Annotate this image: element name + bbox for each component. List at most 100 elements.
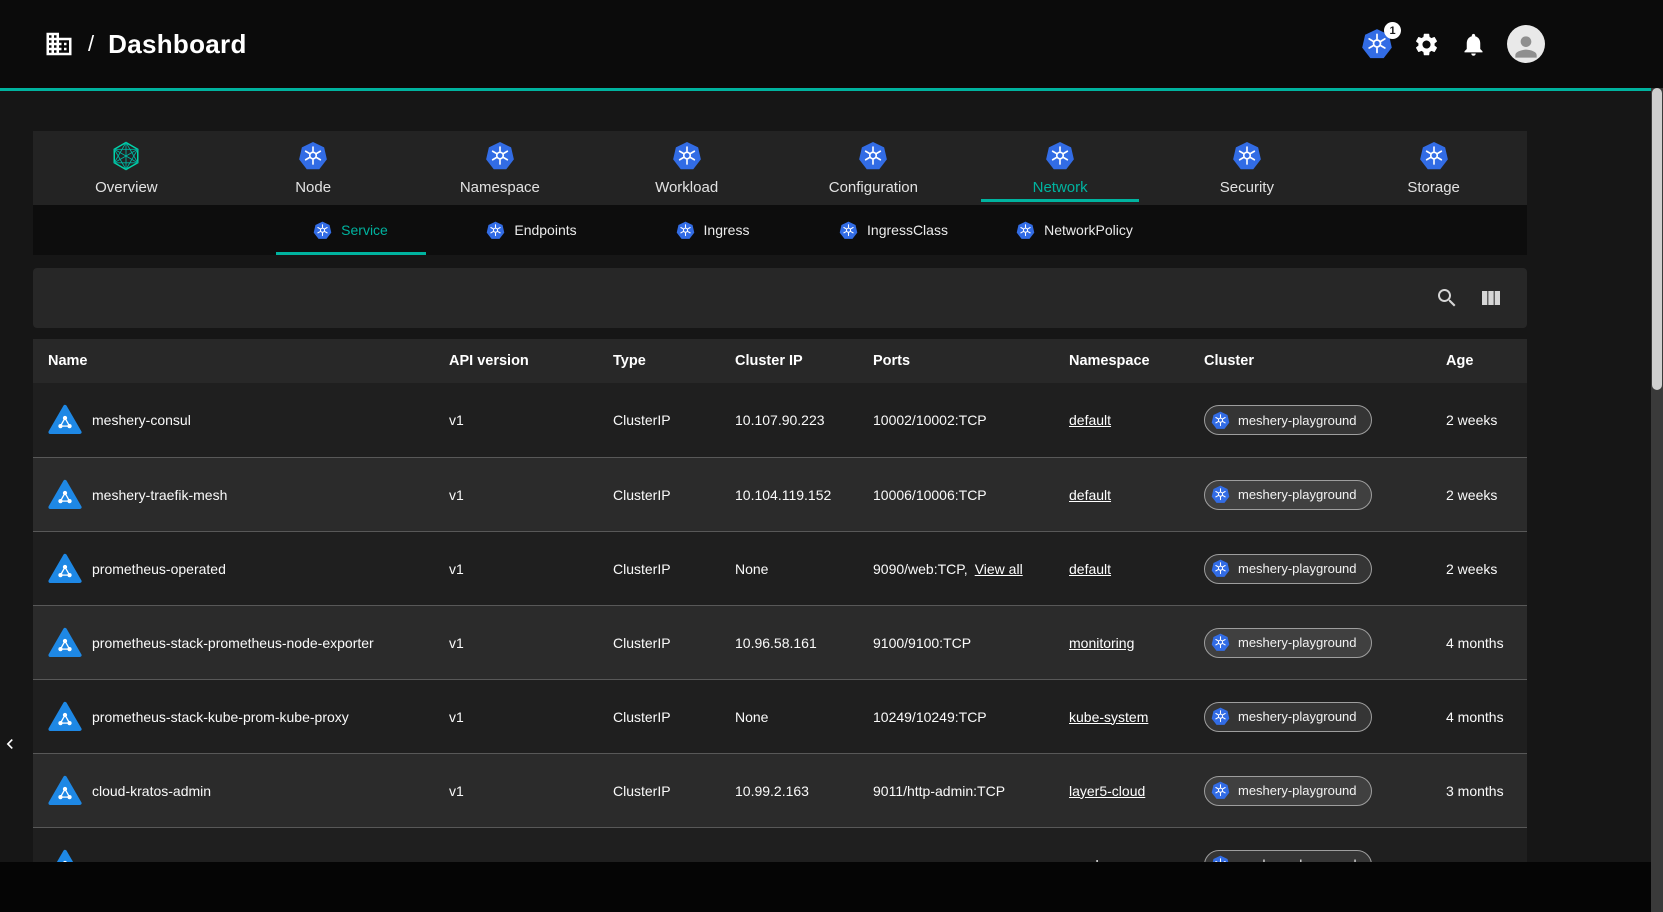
namespace-link[interactable]: monitoring	[1069, 635, 1134, 651]
kubernetes-icon	[1211, 781, 1230, 800]
organization-icon[interactable]	[44, 29, 74, 59]
column-header[interactable]: Namespace	[1054, 353, 1189, 369]
table-row[interactable]: meshery-meshery-playground	[33, 827, 1527, 862]
subtab-networkpolicy[interactable]: NetworkPolicy	[984, 205, 1165, 255]
column-header[interactable]: Cluster IP	[720, 353, 858, 369]
cluster-ip-cell: 10.99.2.163	[720, 783, 858, 799]
service-icon	[48, 403, 82, 437]
vertical-scrollbar[interactable]	[1651, 88, 1663, 912]
kubernetes-icon	[313, 221, 332, 240]
table-row[interactable]: cloud-kratos-adminv1ClusterIP10.99.2.163…	[33, 753, 1527, 827]
service-icon	[48, 848, 82, 863]
cluster-cell: meshery-playground	[1189, 850, 1431, 863]
kubernetes-icon	[1211, 633, 1230, 652]
column-header[interactable]: Type	[598, 353, 720, 369]
service-name: cloud-kratos-admin	[92, 783, 211, 799]
subtab-service[interactable]: Service	[260, 205, 441, 255]
header-actions: 1	[1361, 25, 1545, 63]
top-bar: / Dashboard 1	[0, 0, 1663, 88]
cluster-name: meshery-playground	[1238, 561, 1357, 576]
cluster-ip-cell: 10.104.119.152	[720, 487, 858, 503]
meshery-icon	[111, 141, 141, 171]
cluster-name: meshery-playground	[1238, 783, 1357, 798]
ports-cell: 10006/10006:TCP	[858, 487, 1054, 503]
column-header[interactable]: Ports	[858, 353, 1054, 369]
user-avatar[interactable]	[1507, 25, 1545, 63]
name-cell	[33, 848, 434, 863]
service-name: meshery-consul	[92, 412, 191, 428]
ports-value: 10006/10006:TCP	[873, 487, 987, 503]
cluster-name: meshery-playground	[1238, 857, 1357, 862]
table-row[interactable]: meshery-traefik-meshv1ClusterIP10.104.11…	[33, 457, 1527, 531]
kubernetes-icon	[1211, 559, 1230, 578]
cluster-chip[interactable]: meshery-playground	[1204, 554, 1372, 584]
table-row[interactable]: prometheus-stack-prometheus-node-exporte…	[33, 605, 1527, 679]
table-row[interactable]: prometheus-operatedv1ClusterIPNone9090/w…	[33, 531, 1527, 605]
cluster-cell: meshery-playground	[1189, 480, 1431, 510]
kubernetes-context-button[interactable]: 1	[1361, 28, 1393, 60]
kubernetes-icon	[1211, 855, 1230, 862]
subtab-label: IngressClass	[867, 222, 948, 238]
table-row[interactable]: meshery-consulv1ClusterIP10.107.90.22310…	[33, 383, 1527, 457]
name-cell: cloud-kratos-admin	[33, 774, 434, 808]
notifications-bell-icon[interactable]	[1460, 31, 1487, 58]
cluster-chip[interactable]: meshery-playground	[1204, 776, 1372, 806]
column-header[interactable]: Cluster	[1189, 353, 1431, 369]
age-cell: 2 weeks	[1431, 412, 1527, 428]
header-accent-divider	[0, 88, 1663, 91]
table-toolbar	[33, 268, 1527, 328]
kubernetes-icon	[1211, 411, 1230, 430]
namespace-link[interactable]: default	[1069, 487, 1111, 503]
type-cell: ClusterIP	[598, 783, 720, 799]
collapse-drawer-chevron-icon[interactable]	[0, 731, 20, 757]
ports-value: 9100/9100:TCP	[873, 635, 971, 651]
cluster-ip-cell: 10.107.90.223	[720, 412, 858, 428]
view-all-link[interactable]: View all	[975, 561, 1023, 577]
cluster-chip[interactable]: meshery-playground	[1204, 702, 1372, 732]
column-header[interactable]: Age	[1431, 353, 1527, 369]
cluster-cell: meshery-playground	[1189, 702, 1431, 732]
scrollbar-thumb[interactable]	[1652, 88, 1662, 390]
type-cell: ClusterIP	[598, 561, 720, 577]
namespace-cell: layer5-cloud	[1054, 783, 1189, 799]
kubernetes-icon	[1045, 141, 1075, 171]
subtab-ingressclass[interactable]: IngressClass	[803, 205, 984, 255]
tab-storage[interactable]: Storage	[1340, 131, 1527, 205]
service-name: prometheus-stack-prometheus-node-exporte…	[92, 635, 374, 651]
view-column-icon[interactable]	[1479, 286, 1503, 310]
tab-overview[interactable]: Overview	[33, 131, 220, 205]
namespace-link[interactable]: default	[1069, 412, 1111, 428]
cluster-chip[interactable]: meshery-playground	[1204, 850, 1372, 863]
cluster-cell: meshery-playground	[1189, 405, 1431, 435]
column-header[interactable]: Name	[33, 353, 434, 369]
tab-network[interactable]: Network	[967, 131, 1154, 205]
table-row[interactable]: prometheus-stack-kube-prom-kube-proxyv1C…	[33, 679, 1527, 753]
namespace-link[interactable]: default	[1069, 561, 1111, 577]
tab-label: Security	[1220, 179, 1274, 196]
kubernetes-icon	[1419, 141, 1449, 171]
tab-configuration[interactable]: Configuration	[780, 131, 967, 205]
namespace-link[interactable]: kube-system	[1069, 709, 1148, 725]
settings-icon[interactable]	[1413, 31, 1440, 58]
column-header[interactable]: API version	[434, 353, 598, 369]
cluster-chip[interactable]: meshery-playground	[1204, 405, 1372, 435]
tab-workload[interactable]: Workload	[593, 131, 780, 205]
ports-cell: 9090/web:TCP,View all	[858, 561, 1054, 577]
resource-category-tabs: OverviewNodeNamespaceWorkloadConfigurati…	[33, 131, 1527, 205]
ports-value: 10249/10249:TCP	[873, 709, 987, 725]
name-cell: prometheus-operated	[33, 552, 434, 586]
subtab-ingress[interactable]: Ingress	[622, 205, 803, 255]
context-count-badge: 1	[1384, 22, 1401, 39]
tab-namespace[interactable]: Namespace	[407, 131, 594, 205]
tab-security[interactable]: Security	[1154, 131, 1341, 205]
cluster-chip[interactable]: meshery-playground	[1204, 628, 1372, 658]
search-icon[interactable]	[1435, 286, 1459, 310]
cluster-name: meshery-playground	[1238, 487, 1357, 502]
namespace-link[interactable]: layer5-cloud	[1069, 783, 1145, 799]
subtab-endpoints[interactable]: Endpoints	[441, 205, 622, 255]
namespace-link[interactable]: meshery-	[1069, 857, 1127, 863]
api-version-cell: v1	[434, 412, 598, 428]
api-version-cell: v1	[434, 709, 598, 725]
tab-node[interactable]: Node	[220, 131, 407, 205]
cluster-chip[interactable]: meshery-playground	[1204, 480, 1372, 510]
